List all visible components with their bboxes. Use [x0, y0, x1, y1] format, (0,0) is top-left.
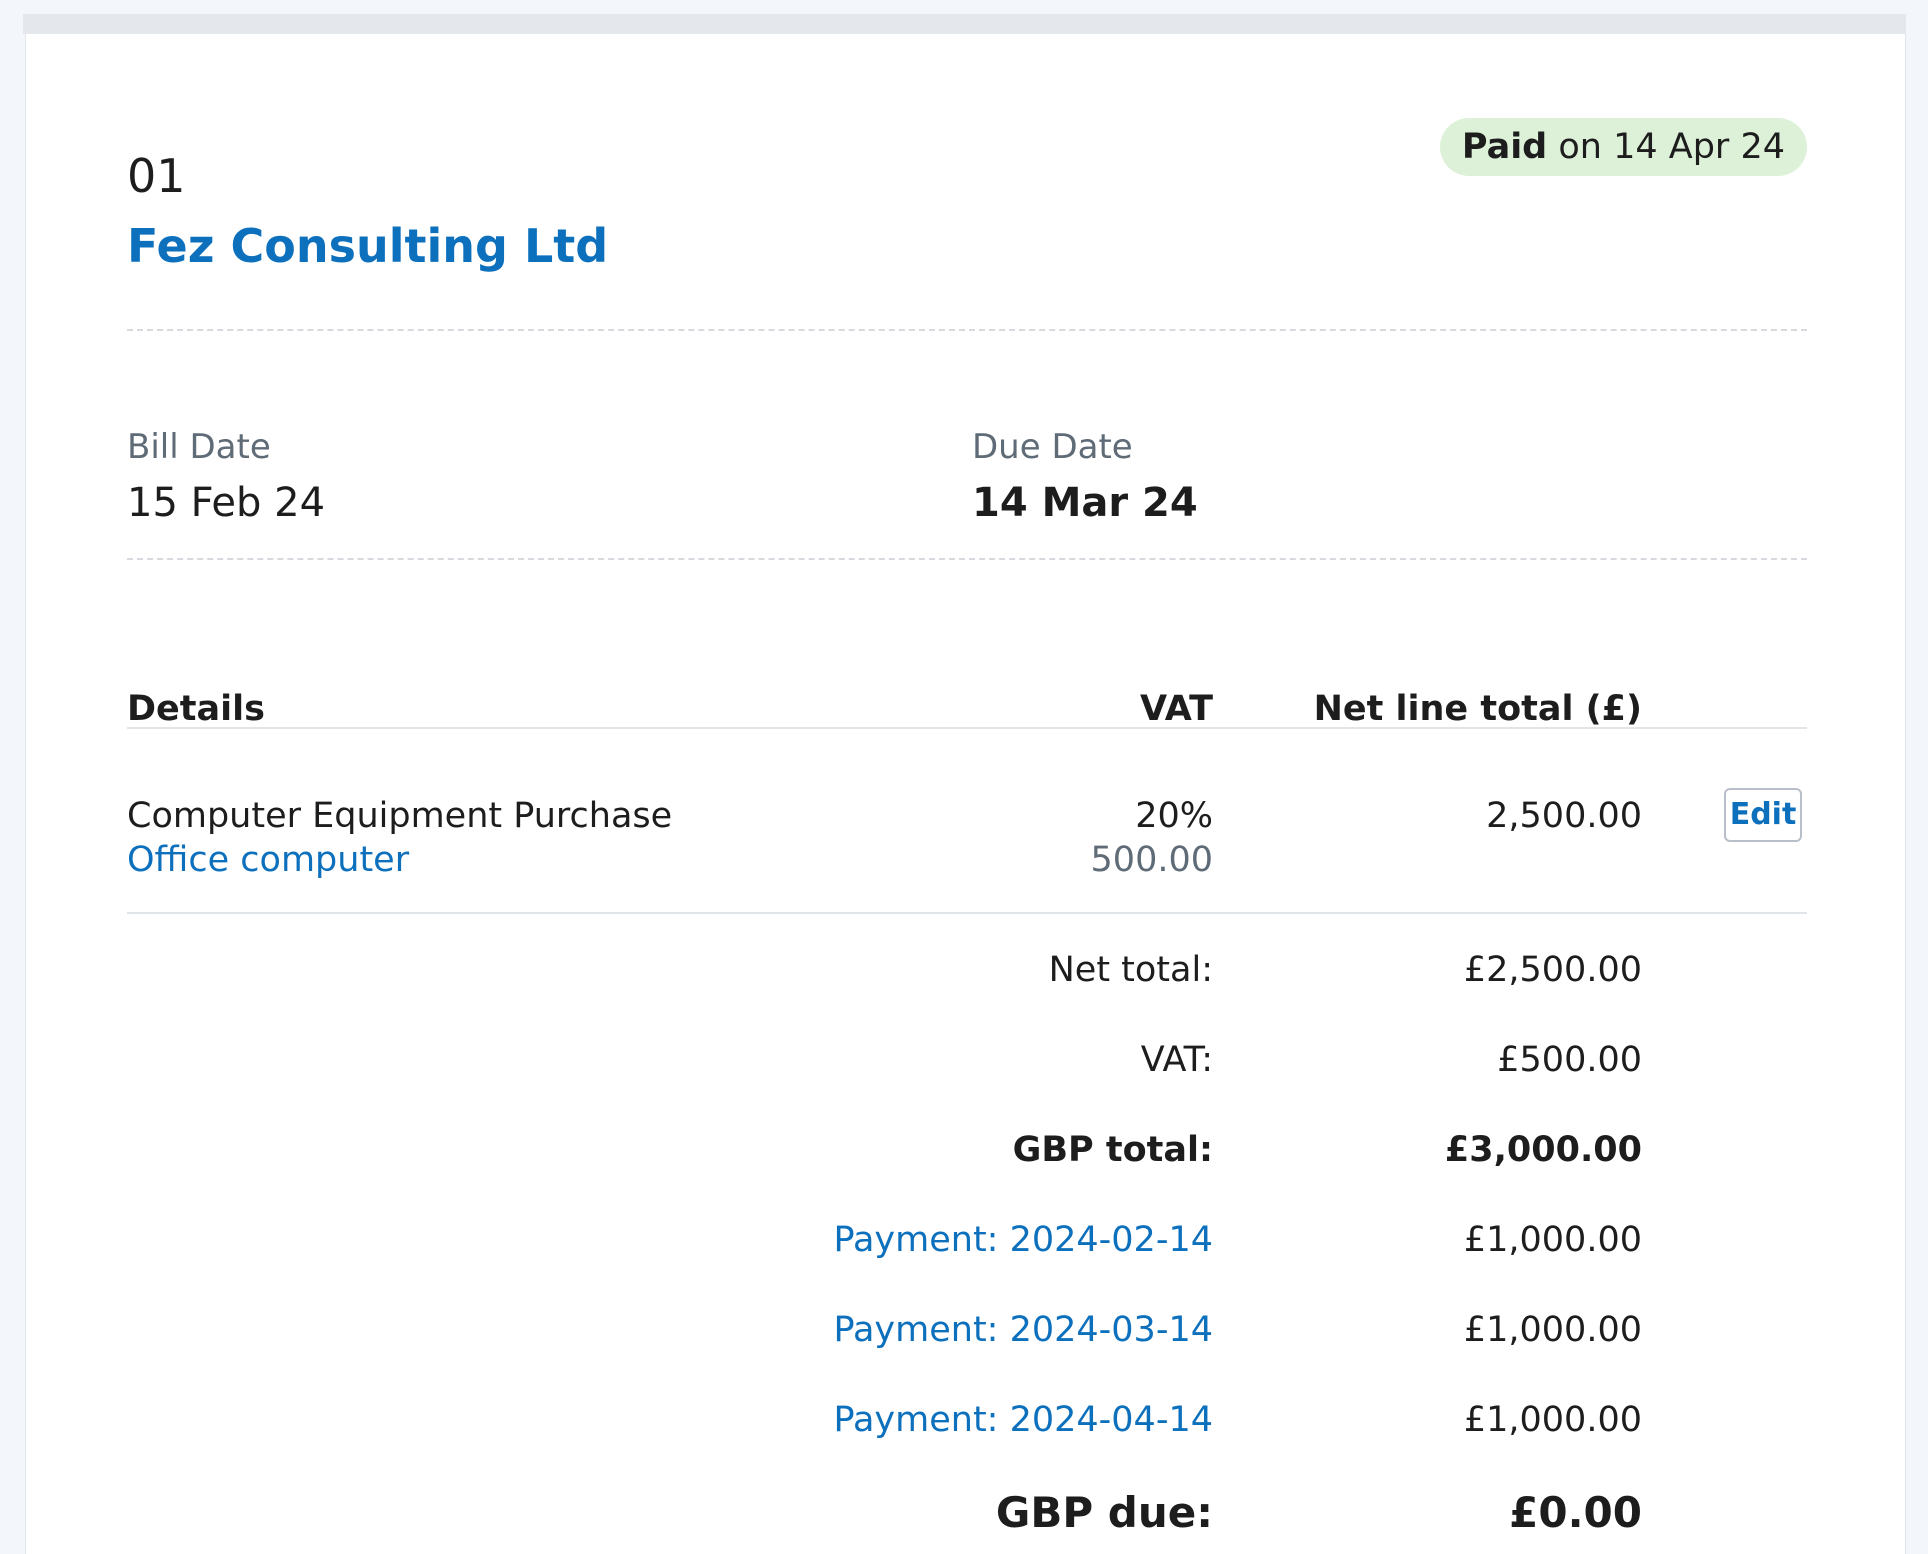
divider [127, 329, 1807, 331]
divider [127, 558, 1807, 560]
gbp-total-value: £3,000.00 [1444, 1130, 1642, 1170]
top-bar [23, 14, 1906, 34]
status-badge-date: on 14 Apr 24 [1558, 127, 1785, 167]
payment-amount: £1,000.00 [1463, 1310, 1642, 1350]
line-item-description: Computer Equipment Purchase [127, 796, 673, 836]
payment-link[interactable]: Payment: 2024-03-14 [833, 1308, 1213, 1352]
vat-total-label: VAT: [1140, 1040, 1213, 1080]
table-header-divider [127, 727, 1807, 729]
payment-amount: £1,000.00 [1463, 1400, 1642, 1440]
column-header-net-line-total: Net line total (£) [1313, 689, 1642, 729]
due-date-value: 14 Mar 24 [972, 480, 1198, 526]
payment-link[interactable]: Payment: 2024-04-14 [833, 1398, 1213, 1442]
vat-total-value: £500.00 [1497, 1040, 1642, 1080]
column-header-details: Details [127, 689, 265, 729]
bill-card: 01 Paid on 14 Apr 24 Fez Consulting Ltd … [25, 34, 1906, 1554]
bill-date-label: Bill Date [127, 427, 271, 467]
line-item-net-total: 2,500.00 [1486, 796, 1642, 836]
supplier-link[interactable]: Fez Consulting Ltd [127, 218, 608, 274]
gbp-due-value: £0.00 [1509, 1488, 1642, 1537]
edit-button[interactable]: Edit [1724, 788, 1802, 842]
net-total-value: £2,500.00 [1463, 950, 1642, 990]
net-total-label: Net total: [1048, 950, 1213, 990]
line-item-vat-rate: 20% [1135, 796, 1213, 836]
status-badge: Paid on 14 Apr 24 [1439, 118, 1807, 176]
line-item-category-link[interactable]: Office computer [127, 838, 409, 882]
table-row-divider [127, 912, 1807, 914]
due-date-label: Due Date [972, 427, 1133, 467]
payment-link[interactable]: Payment: 2024-02-14 [833, 1218, 1213, 1262]
line-item-vat-amount: 500.00 [1090, 840, 1213, 880]
bill-date-value: 15 Feb 24 [127, 480, 326, 526]
status-badge-state: Paid [1461, 127, 1548, 167]
payment-amount: £1,000.00 [1463, 1220, 1642, 1260]
column-header-vat: VAT [1140, 689, 1213, 729]
gbp-due-label: GBP due: [995, 1488, 1213, 1537]
gbp-total-label: GBP total: [1012, 1130, 1213, 1170]
bill-number: 01 [127, 149, 186, 203]
